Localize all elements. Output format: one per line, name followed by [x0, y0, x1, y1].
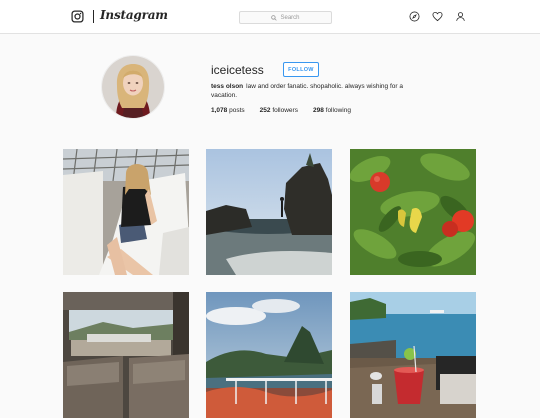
post-thumbnail[interactable]: [206, 292, 332, 418]
compass-icon[interactable]: [409, 11, 420, 22]
follow-button[interactable]: FOLLOW: [283, 62, 319, 77]
post-thumbnail[interactable]: [63, 292, 189, 418]
stat-followers[interactable]: 252 followers: [260, 107, 298, 114]
instagram-logo-icon[interactable]: [71, 10, 84, 23]
stat-following-label: following: [325, 107, 351, 114]
profile-full-name: tess olson: [211, 83, 244, 90]
stat-followers-number: 252: [259, 107, 271, 114]
top-navigation-bar: Instagram Search: [0, 0, 540, 34]
instagram-wordmark[interactable]: Instagram: [100, 8, 168, 22]
stat-posts-number: 1,078: [211, 107, 228, 114]
profile-username: iceicetess: [211, 63, 264, 77]
logo-divider: [93, 10, 94, 23]
search-icon: [271, 14, 278, 21]
profile-avatar[interactable]: [101, 55, 165, 119]
search-input[interactable]: Search: [239, 11, 332, 24]
stat-following[interactable]: 298 following: [313, 107, 351, 114]
stat-followers-label: followers: [272, 107, 298, 114]
search-placeholder: Search: [280, 14, 300, 21]
post-thumbnail[interactable]: [350, 292, 476, 418]
post-thumbnail[interactable]: [63, 149, 189, 275]
heart-icon[interactable]: [432, 11, 443, 22]
profile-bio: tess olson law and order fanatic. shopaho…: [211, 82, 426, 100]
post-thumbnail[interactable]: [350, 149, 476, 275]
stat-following-number: 298: [312, 107, 324, 114]
stat-posts-label: posts: [229, 107, 245, 114]
profile-icon[interactable]: [455, 11, 466, 22]
post-thumbnail[interactable]: [206, 149, 332, 275]
profile-stats: 1,078 posts 252 followers 298 following: [211, 107, 366, 114]
stat-posts: 1,078 posts: [211, 107, 245, 114]
